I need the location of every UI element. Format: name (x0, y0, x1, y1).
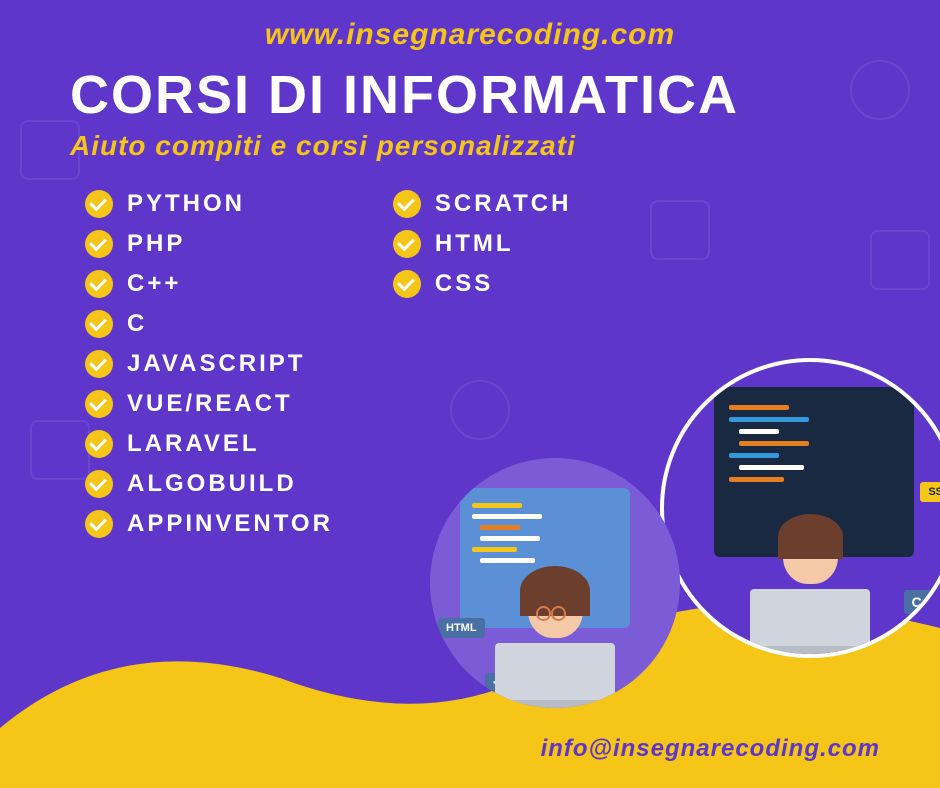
code-tag-cpp: C++ (904, 590, 940, 614)
check-icon (85, 270, 113, 298)
check-icon (393, 190, 421, 218)
course-item: LARAVEL (85, 430, 333, 458)
check-icon (393, 230, 421, 258)
course-label: PYTHON (127, 190, 245, 218)
check-icon (85, 510, 113, 538)
course-label: ALGOBUILD (127, 470, 297, 498)
illustration-coder-right: SS C++ (660, 358, 940, 658)
course-label: JAVASCRIPT (127, 350, 305, 378)
course-item: SCRATCH (393, 190, 572, 218)
website-url[interactable]: www.insegnarecoding.com (0, 0, 940, 52)
course-label: HTML (435, 230, 514, 258)
check-icon (85, 430, 113, 458)
contact-email[interactable]: info@insegnarecoding.com (541, 735, 880, 763)
course-item: VUE/REACT (85, 390, 333, 418)
course-label: C (127, 310, 147, 338)
subtitle: Aiuto compiti e corsi personalizzati (70, 130, 940, 162)
check-icon (85, 230, 113, 258)
code-tag-ss: SS (920, 482, 940, 502)
course-label: LARAVEL (127, 430, 260, 458)
course-label: APPINVENTOR (127, 510, 333, 538)
illustration-coder-left: HTML <code> (430, 458, 680, 708)
course-label: PHP (127, 230, 185, 258)
course-item: HTML (393, 230, 572, 258)
course-item: C++ (85, 270, 333, 298)
check-icon (85, 190, 113, 218)
course-label: SCRATCH (435, 190, 572, 218)
course-item: C (85, 310, 333, 338)
check-icon (85, 310, 113, 338)
check-icon (85, 350, 113, 378)
course-item: JAVASCRIPT (85, 350, 333, 378)
course-item: PHP (85, 230, 333, 258)
course-label: CSS (435, 270, 493, 298)
check-icon (85, 390, 113, 418)
course-item: ALGOBUILD (85, 470, 333, 498)
code-tag-html: HTML (438, 618, 485, 638)
course-label: VUE/REACT (127, 390, 293, 418)
check-icon (85, 470, 113, 498)
check-icon (393, 270, 421, 298)
course-item: PYTHON (85, 190, 333, 218)
main-title: CORSI DI INFORMATICA (70, 64, 940, 126)
course-item: CSS (393, 270, 572, 298)
course-item: APPINVENTOR (85, 510, 333, 538)
course-label: C++ (127, 270, 181, 298)
course-column-1: PYTHON PHP C++ C JAVASCRIPT VUE/REACT LARAVEL A… (85, 190, 333, 538)
